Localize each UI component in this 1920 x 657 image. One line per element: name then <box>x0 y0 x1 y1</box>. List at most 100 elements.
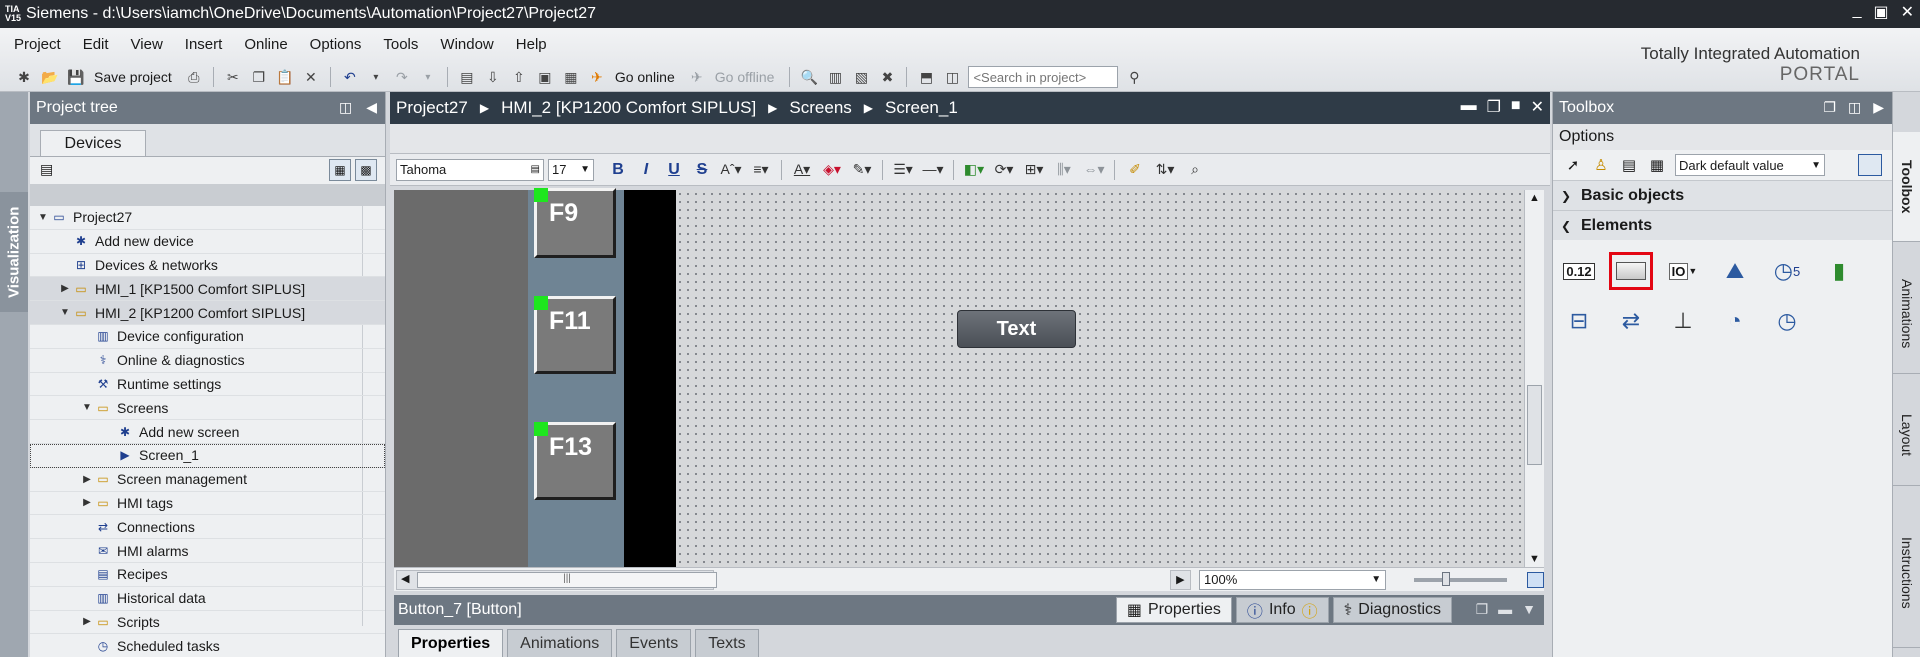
tree-item[interactable]: ▥ Device configuration <box>30 325 385 349</box>
section-basic-objects[interactable]: ❯ Basic objects <box>1553 180 1892 210</box>
search-input[interactable] <box>968 66 1119 88</box>
gauge-element[interactable]: ◔ <box>1713 302 1757 340</box>
format-painter-icon[interactable]: ✐ <box>1122 160 1148 180</box>
function-key-f11[interactable]: F11 <box>534 296 616 374</box>
breadcrumb-screens[interactable]: Screens <box>789 98 851 118</box>
inspector-float-icon[interactable]: ❐ <box>1476 601 1489 618</box>
bold-button[interactable]: B <box>606 161 630 179</box>
redo-icon[interactable]: ↷ <box>392 67 412 87</box>
font-color-icon[interactable]: A▾ <box>789 160 815 180</box>
compare-icon[interactable]: ▧ <box>851 67 871 87</box>
text-button-object[interactable]: Text <box>957 310 1076 348</box>
tab-diagnostics[interactable]: ⚕ Diagnostics <box>1332 597 1452 623</box>
line-style-icon[interactable]: —▾ <box>920 160 946 180</box>
simulation-icon[interactable]: ▣ <box>535 67 555 87</box>
scale-element[interactable]: ⊥ <box>1661 302 1705 340</box>
font-name-select[interactable]: Tahoma ▤ <box>396 158 544 181</box>
tree-item[interactable]: ▤ Recipes <box>30 563 385 587</box>
date-time-field-element[interactable]: ◷ 5 <box>1765 252 1809 290</box>
tree-item[interactable]: ▶ ▭ Screen management <box>30 468 385 492</box>
inspector-layout-icon[interactable]: ▬ <box>1498 601 1512 618</box>
subtab-events[interactable]: Events <box>616 629 692 657</box>
inspector-collapse-icon[interactable]: ▼ <box>1522 601 1536 618</box>
tree-item[interactable]: ✱ Add new device <box>30 230 385 254</box>
zoom-area-icon[interactable]: ⌕ <box>1182 160 1208 180</box>
upload-icon[interactable]: ⇧ <box>509 67 529 87</box>
tree-item[interactable]: ⚒ Runtime settings <box>30 373 385 397</box>
tree-item[interactable]: ▥ Historical data <box>30 587 385 611</box>
menu-project[interactable]: Project <box>14 36 61 53</box>
accessible-devices-icon[interactable]: 🔍 <box>799 67 819 87</box>
tree-item[interactable]: ▼ ▭ Project27 <box>30 206 385 230</box>
editor-float-icon[interactable]: ❐ <box>1487 97 1501 117</box>
tree-tool-icon[interactable]: ▤ <box>40 161 53 178</box>
tree-item[interactable]: ✉ HMI alarms <box>30 539 385 563</box>
pane-layout-icon[interactable]: ◫ <box>339 99 352 116</box>
paste-icon[interactable]: 📋 <box>275 67 295 87</box>
tab-toolbox[interactable]: Toolbox <box>1893 132 1920 242</box>
cut-icon[interactable]: ✂ <box>223 67 243 87</box>
underline-button[interactable]: U <box>662 161 686 179</box>
editor-close-icon[interactable]: ✕ <box>1531 97 1544 117</box>
font-size-select[interactable]: 17 ▼ <box>548 158 594 181</box>
breadcrumb-project[interactable]: Project27 <box>396 98 468 118</box>
scroll-thumb[interactable] <box>1527 385 1542 465</box>
properties-view-icon[interactable]: ▤ <box>1619 156 1639 174</box>
text-align-icon[interactable]: ≡▾ <box>748 160 774 180</box>
style-select[interactable]: Dark default value ▼ <box>1675 154 1825 176</box>
tree-item[interactable]: ▶ ▭ HMI tags <box>30 492 385 516</box>
panel-view-icon[interactable] <box>1858 154 1882 176</box>
toolbox-layout-icon[interactable]: ◫ <box>1848 99 1861 116</box>
menu-view[interactable]: View <box>131 36 163 53</box>
subtab-texts[interactable]: Texts <box>695 629 759 657</box>
tree-item[interactable]: ⊞ Devices & networks <box>30 254 385 278</box>
toolbox-float-icon[interactable]: ❐ <box>1823 99 1836 116</box>
line-color-icon[interactable]: ✎▾ <box>849 160 875 180</box>
zoom-fit-icon[interactable] <box>1526 571 1544 588</box>
slider-element[interactable]: ⊟ <box>1557 302 1601 340</box>
screen-canvas[interactable]: F9 F11 F13 Text ▲ ▼ <box>394 188 1544 567</box>
undo-dropdown-icon[interactable]: ▾ <box>366 67 386 87</box>
font-size-grow-icon[interactable]: Aˆ▾ <box>718 160 744 180</box>
print-icon[interactable]: ⎙ <box>184 67 204 87</box>
switch-element[interactable]: ⇄ <box>1609 302 1653 340</box>
tree-detail-icon[interactable]: ▩ <box>355 159 377 181</box>
tab-order-icon[interactable]: ⇅▾ <box>1152 160 1178 180</box>
expand-right-icon[interactable]: ▶ <box>80 616 94 627</box>
tree-item[interactable]: ◷ Scheduled tasks <box>30 634 385 657</box>
scroll-left-icon[interactable]: ◀ <box>401 572 409 585</box>
menu-help[interactable]: Help <box>516 36 547 53</box>
tab-properties[interactable]: ▦ Properties <box>1115 597 1232 623</box>
tree-item[interactable]: ▶ ▭ Scripts <box>30 611 385 635</box>
search-go-icon[interactable]: ⚲ <box>1124 67 1144 87</box>
io-field-element[interactable]: 0.12 <box>1557 252 1601 290</box>
subtab-animations[interactable]: Animations <box>507 629 613 657</box>
symbolic-io-field-element[interactable]: IO ▼ <box>1661 252 1705 290</box>
undo-icon[interactable]: ↶ <box>340 67 360 87</box>
subtab-properties[interactable]: Properties <box>398 629 504 657</box>
fill-color-icon[interactable]: ◈▾ <box>819 160 845 180</box>
expand-down-icon[interactable]: ▼ <box>58 307 72 318</box>
open-project-icon[interactable]: 📂 <box>40 67 60 87</box>
tab-layout[interactable]: Layout <box>1893 386 1920 486</box>
menu-tools[interactable]: Tools <box>383 36 418 53</box>
collapse-right-icon[interactable]: ▶ <box>1873 99 1884 116</box>
menu-options[interactable]: Options <box>310 36 362 53</box>
go-offline-button[interactable]: Go offline <box>715 69 775 85</box>
breadcrumb-device[interactable]: HMI_2 [KP1200 Comfort SIPLUS] <box>501 98 756 118</box>
compile-icon[interactable]: ▤ <box>457 67 477 87</box>
layer-order-icon[interactable]: ◧▾ <box>961 160 987 180</box>
split-horizontal-icon[interactable]: ⬒ <box>916 67 936 87</box>
same-size-icon[interactable]: ⇔▾ <box>1081 160 1107 180</box>
menu-insert[interactable]: Insert <box>185 36 223 53</box>
hscroll-thumb[interactable]: ||| <box>417 571 717 588</box>
collapse-left-icon[interactable]: ◀ <box>366 99 377 116</box>
visualization-tab[interactable]: Visualization <box>0 192 28 312</box>
cancel-icon[interactable]: ✖ <box>877 67 897 87</box>
screen-grid[interactable] <box>676 190 1524 567</box>
restore-button[interactable]: ▣ <box>1873 2 1888 22</box>
editor-minimize-icon[interactable]: ▬ <box>1461 97 1477 117</box>
italic-button[interactable]: I <box>634 161 658 179</box>
rotate-icon[interactable]: ⟳▾ <box>991 160 1017 180</box>
expand-right-icon[interactable]: ▶ <box>58 283 72 294</box>
